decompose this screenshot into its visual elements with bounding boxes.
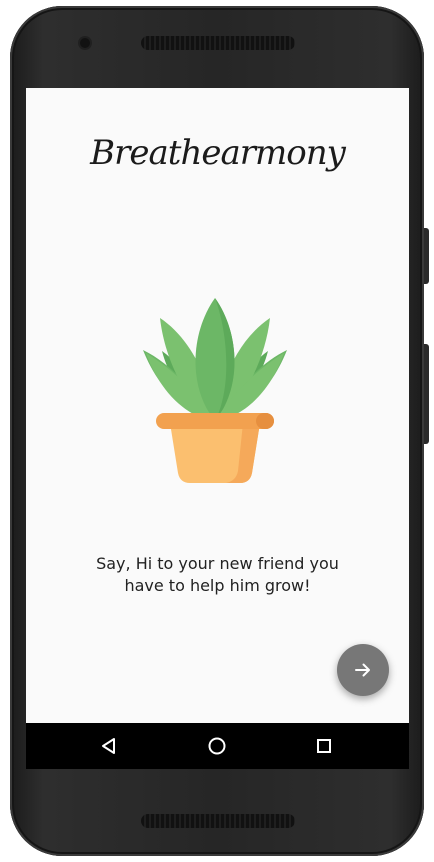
welcome-message: Say, Hi to your new friend you have to h… [66, 553, 369, 597]
recents-square-icon [317, 739, 331, 753]
back-triangle-icon [102, 738, 115, 754]
nav-home-button[interactable] [206, 735, 228, 757]
power-button [424, 344, 429, 444]
front-camera [80, 38, 90, 48]
nav-back-button[interactable] [98, 735, 120, 757]
bottom-speaker [141, 814, 295, 828]
arrow-right-icon [355, 663, 370, 677]
app-logo: Breathearmony [90, 133, 346, 173]
home-circle-icon [208, 737, 226, 755]
potted-plant-icon [140, 293, 290, 488]
phone-frame: Breathearmony Say, Hi to your new friend… [10, 6, 429, 856]
top-speaker [141, 36, 295, 50]
nav-recents-button[interactable] [313, 735, 335, 757]
android-navigation-bar [26, 723, 409, 769]
message-line-2: have to help him grow! [124, 576, 311, 595]
message-line-1: Say, Hi to your new friend you [96, 554, 339, 573]
app-screen: Breathearmony Say, Hi to your new friend… [26, 88, 409, 769]
volume-button [424, 228, 429, 284]
next-button[interactable] [337, 644, 389, 696]
